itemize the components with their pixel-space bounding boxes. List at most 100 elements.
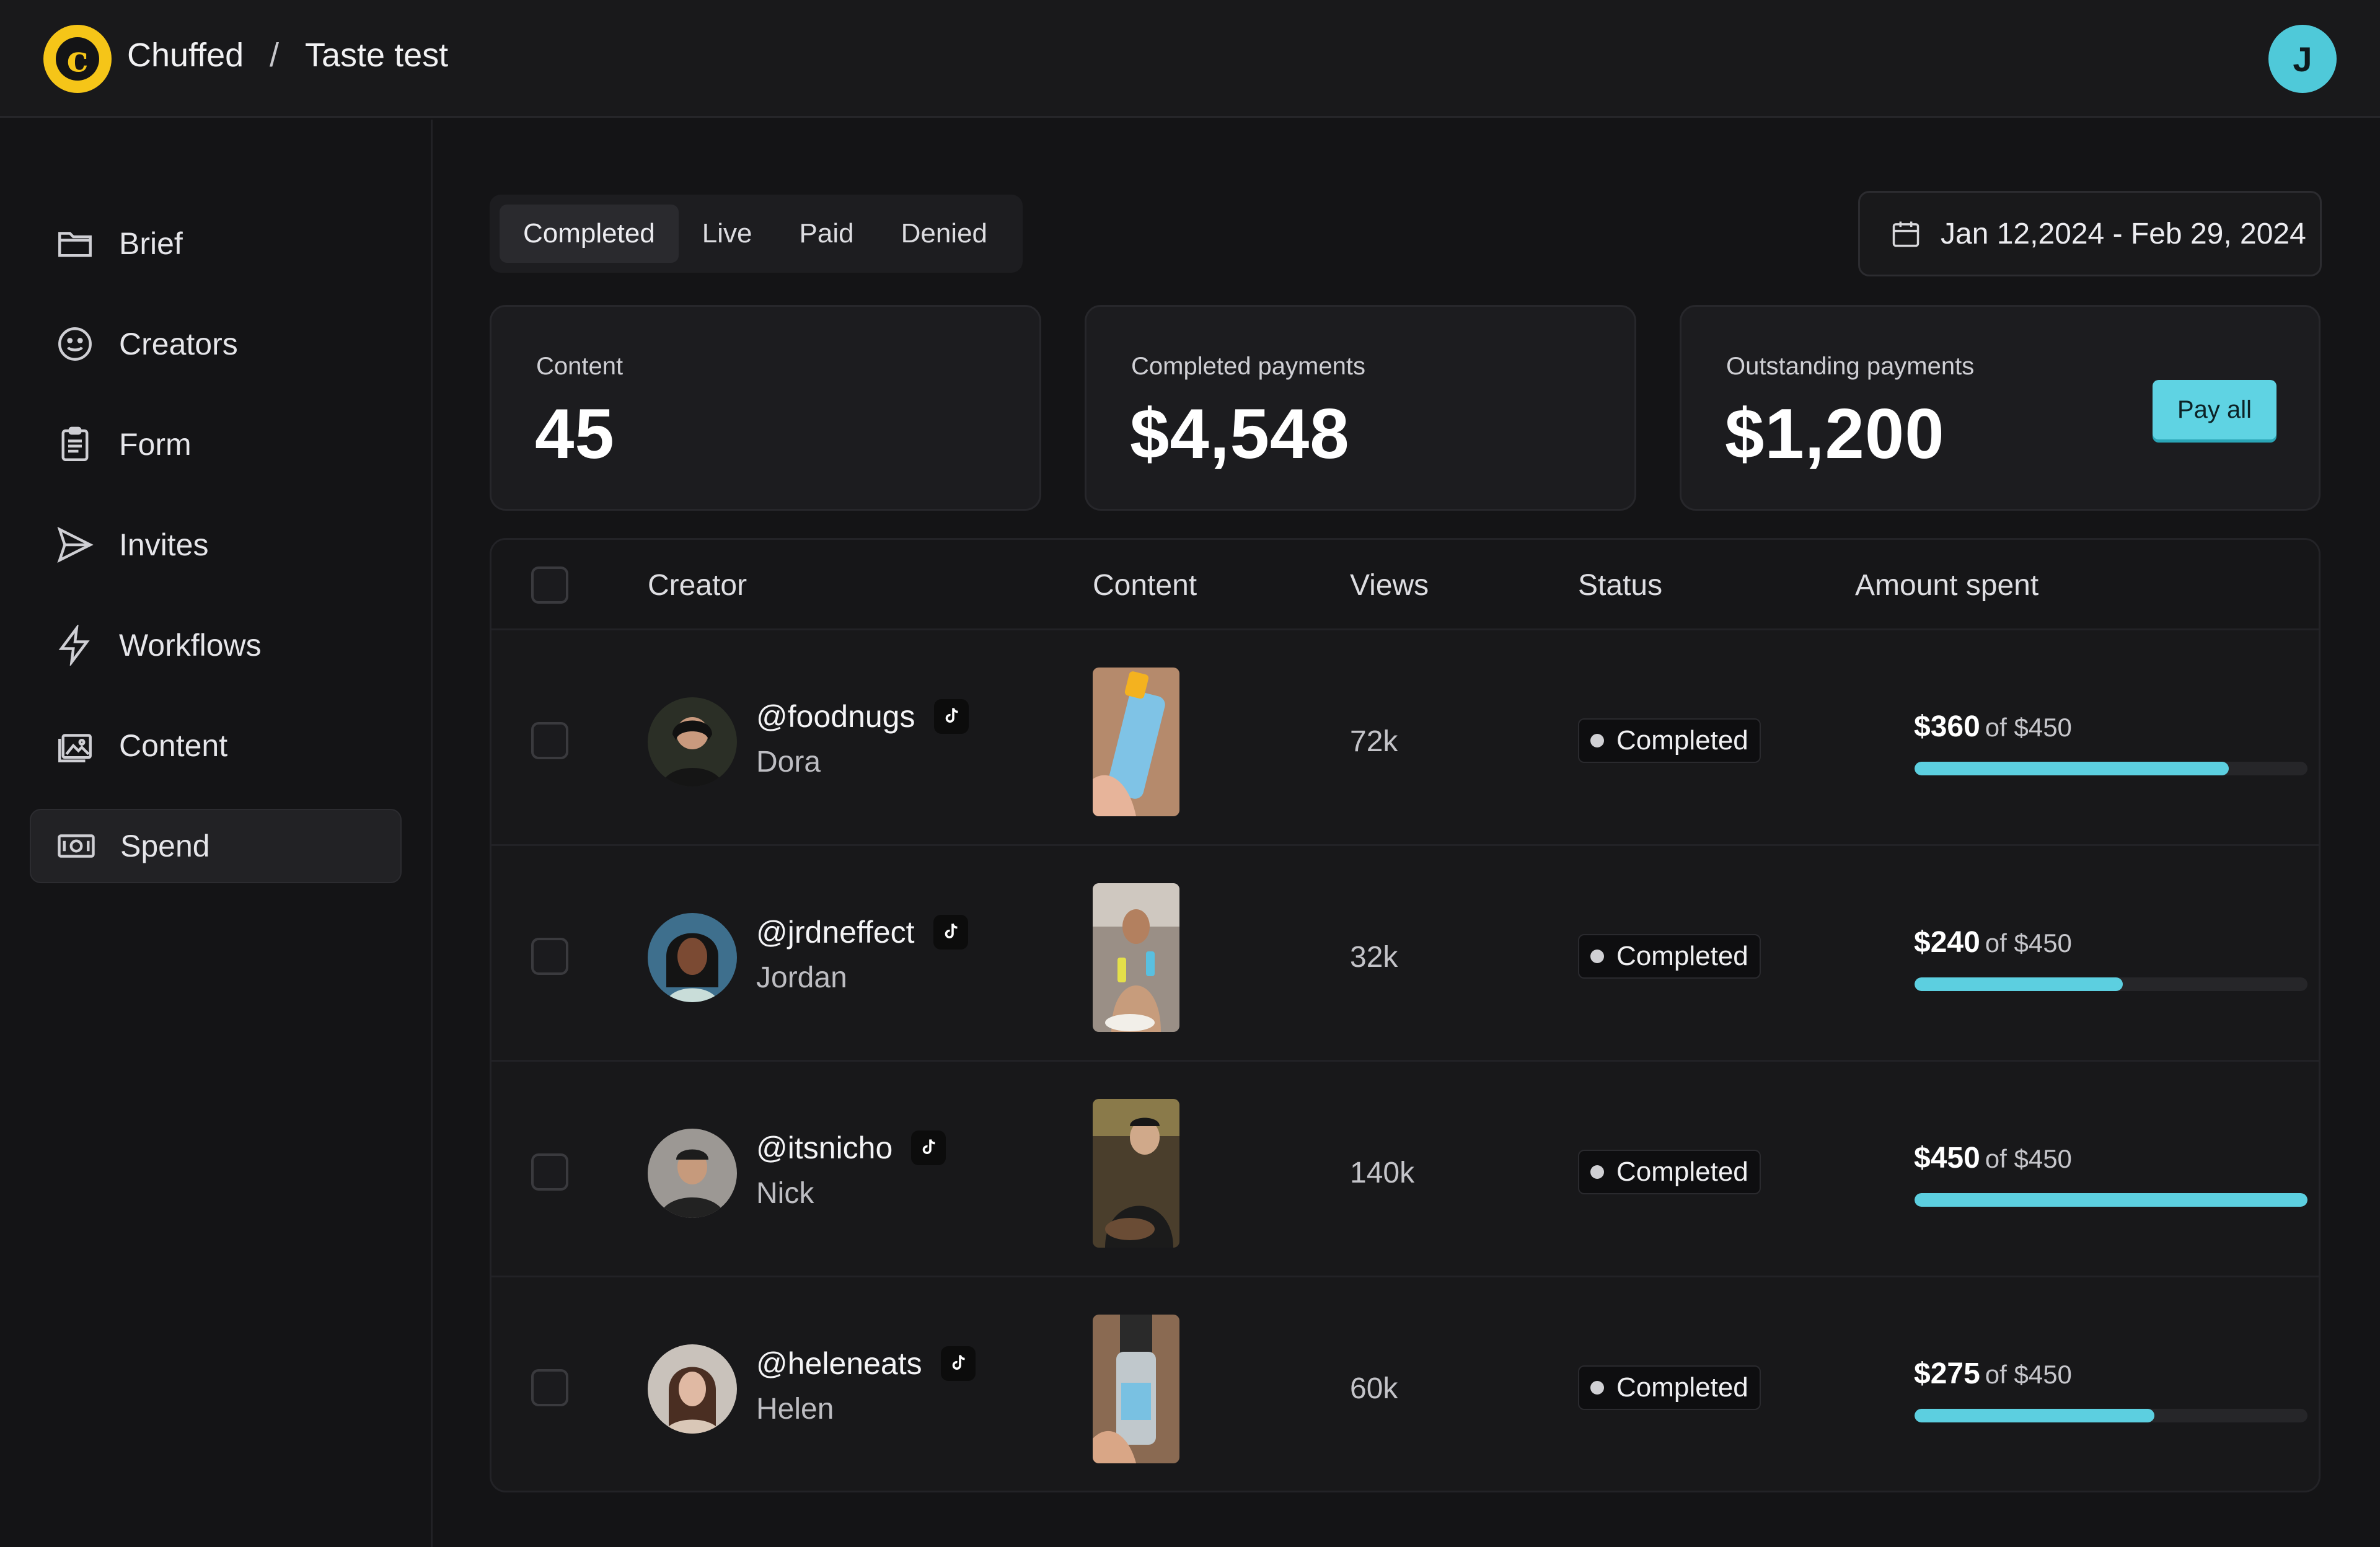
user-avatar[interactable]: J (2268, 25, 2337, 93)
table-row[interactable]: @jrdneffect Jordan 32k Completed $240 of … (491, 846, 2319, 1062)
tiktok-icon (940, 1346, 976, 1381)
column-header-creator[interactable]: Creator (648, 568, 747, 602)
lightning-icon (53, 624, 97, 667)
column-header-amount[interactable]: Amount spent (1855, 568, 2038, 602)
spend-progress-bar (1915, 762, 2307, 775)
spend-progress-fill (1915, 977, 2123, 991)
sidebar-item-creators[interactable]: Creators (30, 307, 402, 381)
table-header: Creator Content Views Status Amount spen… (491, 540, 2319, 630)
row-checkbox[interactable] (531, 722, 568, 759)
spend-progress-fill (1915, 1409, 2154, 1422)
status-badge: Completed (1578, 1150, 1761, 1194)
chuffed-logo-icon[interactable]: c (43, 25, 112, 93)
amount-spent: $240 of $450 (1914, 925, 2072, 959)
tab-denied[interactable]: Denied (878, 205, 1011, 263)
creator-handle[interactable]: @foodnugs (756, 699, 969, 734)
tiktok-icon (911, 1130, 946, 1165)
table-row[interactable]: @foodnugs Dora 72k Completed $360 of $450 (491, 630, 2319, 846)
creator-handle-text: @heleneats (756, 1346, 922, 1381)
amount-spent: $450 of $450 (1914, 1141, 2072, 1175)
status-tabs: Completed Live Paid Denied (490, 195, 1023, 273)
amount-total: of $450 (1985, 713, 2072, 742)
date-range-picker[interactable]: Jan 12,2024 - Feb 29, 2024 (1858, 191, 2322, 276)
amount-total: of $450 (1985, 928, 2072, 958)
views-value: 140k (1350, 1157, 1415, 1189)
creator-avatar[interactable] (648, 913, 737, 1002)
row-checkbox[interactable] (531, 1153, 568, 1191)
creator-name: Jordan (756, 961, 847, 994)
status-text: Completed (1616, 1372, 1748, 1403)
sidebar-item-label: Form (119, 427, 192, 462)
column-header-content[interactable]: Content (1093, 568, 1197, 602)
date-range-text: Jan 12,2024 - Feb 29, 2024 (1941, 217, 2306, 250)
content-thumbnail[interactable] (1093, 883, 1179, 1032)
creator-name: Nick (756, 1177, 814, 1210)
stat-value: $1,200 (1725, 395, 1945, 474)
creator-handle[interactable]: @jrdneffect (756, 914, 968, 950)
column-header-views[interactable]: Views (1350, 568, 1429, 602)
status-dot-icon (1590, 1381, 1604, 1395)
content-thumbnail[interactable] (1093, 1099, 1179, 1248)
sidebar: Brief Creators Form Invites Workflows Co… (0, 120, 433, 1547)
status-badge: Completed (1578, 1365, 1761, 1410)
calendar-icon (1892, 221, 1919, 247)
pay-all-button[interactable]: Pay all (2153, 380, 2276, 439)
stat-label: Completed payments (1131, 353, 1365, 380)
creator-avatar[interactable] (648, 1129, 737, 1218)
views-value: 60k (1350, 1372, 1398, 1405)
sidebar-item-spend[interactable]: Spend (30, 809, 402, 883)
amount-value: $275 (1914, 1357, 1980, 1390)
amount-value: $360 (1914, 710, 1980, 743)
tab-paid[interactable]: Paid (776, 205, 878, 263)
sidebar-item-workflows[interactable]: Workflows (30, 608, 402, 682)
stat-value: $4,548 (1130, 395, 1350, 474)
stat-label: Outstanding payments (1726, 353, 1975, 380)
sidebar-item-brief[interactable]: Brief (30, 206, 402, 281)
row-checkbox[interactable] (531, 1369, 568, 1406)
breadcrumb-brand[interactable]: Chuffed (127, 36, 244, 74)
creator-handle-text: @foodnugs (756, 699, 915, 734)
creator-name: Dora (756, 746, 821, 778)
table-row[interactable]: @itsnicho Nick 140k Completed $450 of $45… (491, 1062, 2319, 1277)
stat-card-completed-payments: Completed payments $4,548 (1085, 305, 1636, 511)
tab-completed[interactable]: Completed (500, 205, 679, 263)
amount-value: $450 (1914, 1142, 1980, 1175)
select-all-checkbox[interactable] (531, 566, 568, 604)
tiktok-icon (933, 915, 968, 950)
column-header-status[interactable]: Status (1578, 568, 1662, 602)
sidebar-item-label: Invites (119, 527, 209, 562)
breadcrumb-page[interactable]: Taste test (305, 36, 448, 74)
tab-live[interactable]: Live (679, 205, 776, 263)
sidebar-item-label: Content (119, 728, 228, 763)
creator-name: Helen (756, 1393, 834, 1426)
send-icon (53, 523, 97, 566)
spend-progress-bar (1915, 1409, 2307, 1422)
content-thumbnail[interactable] (1093, 668, 1179, 816)
amount-spent: $360 of $450 (1914, 710, 2072, 744)
status-text: Completed (1616, 725, 1748, 756)
stat-label: Content (536, 353, 624, 380)
creator-handle[interactable]: @itsnicho (756, 1130, 946, 1166)
creator-handle[interactable]: @heleneats (756, 1346, 976, 1382)
creator-handle-text: @itsnicho (756, 1130, 893, 1165)
smiley-icon (53, 322, 97, 366)
table-row[interactable]: @heleneats Helen 60k Completed $275 of $4… (491, 1277, 2319, 1491)
stat-card-outstanding-payments: Outstanding payments $1,200 Pay all (1680, 305, 2320, 511)
content-thumbnail[interactable] (1093, 1315, 1179, 1463)
creator-avatar[interactable] (648, 1344, 737, 1434)
clipboard-icon (53, 423, 97, 466)
sidebar-item-label: Workflows (119, 628, 262, 663)
cash-icon (55, 824, 98, 868)
sidebar-item-label: Brief (119, 226, 183, 261)
row-checkbox[interactable] (531, 938, 568, 975)
creator-avatar[interactable] (648, 697, 737, 787)
sidebar-item-invites[interactable]: Invites (30, 508, 402, 582)
tiktok-icon (933, 699, 969, 734)
spend-progress-fill (1915, 762, 2229, 775)
status-badge: Completed (1578, 934, 1761, 979)
folder-icon (53, 222, 97, 265)
sidebar-item-form[interactable]: Form (30, 407, 402, 482)
sidebar-item-content[interactable]: Content (30, 708, 402, 783)
status-dot-icon (1590, 950, 1604, 963)
status-badge: Completed (1578, 718, 1761, 763)
